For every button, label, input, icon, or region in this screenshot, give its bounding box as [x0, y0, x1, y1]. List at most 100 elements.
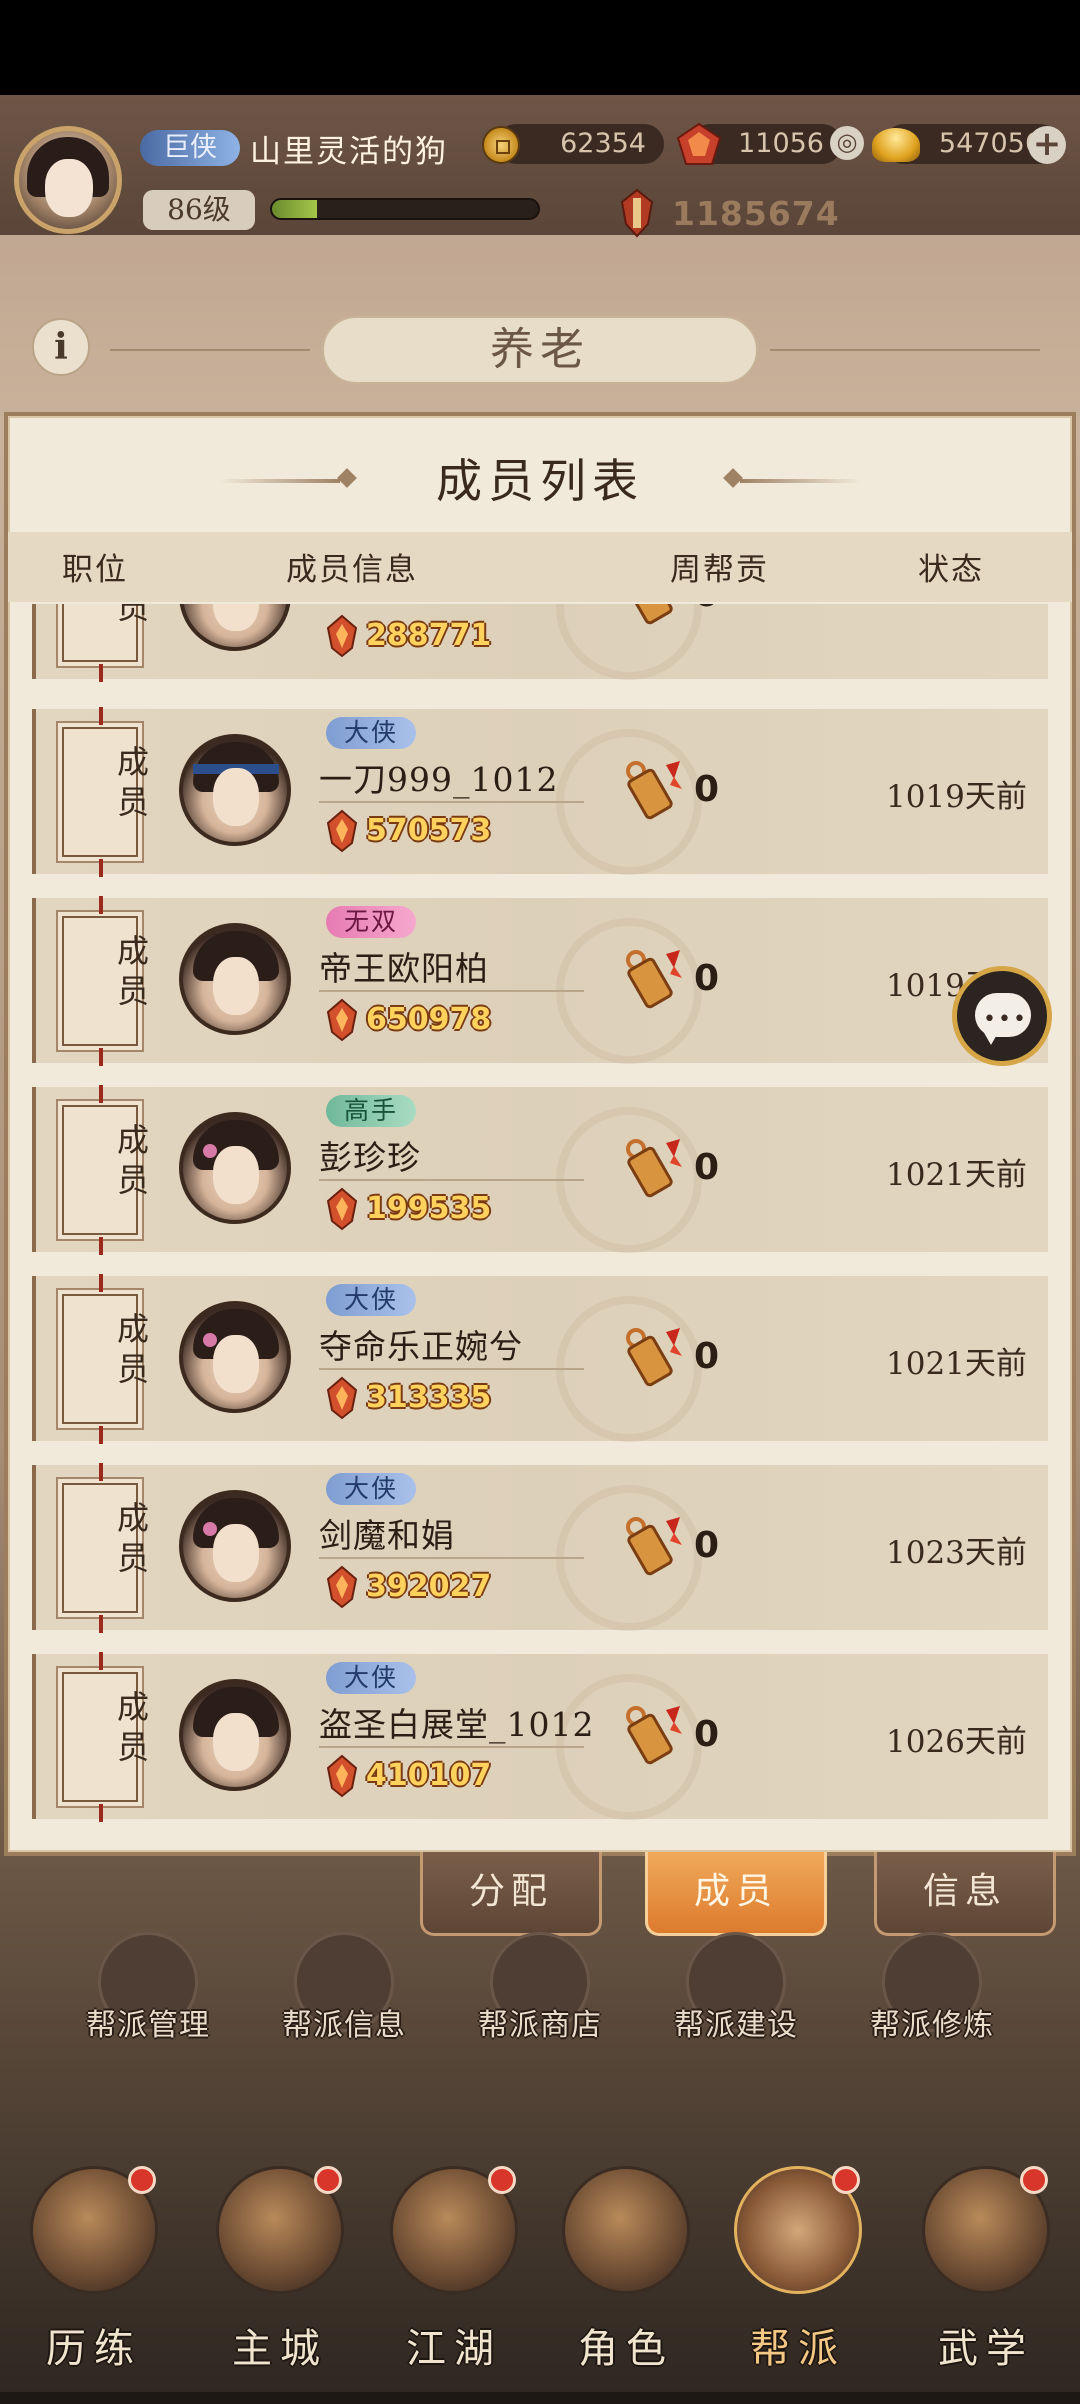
member-power: 570573: [366, 813, 492, 848]
member-power: 410107: [366, 1758, 492, 1793]
member-role-tag: 成员: [62, 707, 150, 877]
player-rank-badge: 巨侠: [140, 130, 240, 166]
member-avatar[interactable]: [179, 923, 291, 1035]
power-icon: [326, 809, 358, 853]
nav-main-city[interactable]: 主城: [190, 2166, 370, 2396]
power-icon: [326, 1187, 358, 1231]
nav-training[interactable]: 历练: [4, 2166, 184, 2396]
member-role-label: 成员: [112, 745, 150, 825]
home-indicator: [0, 2392, 1080, 2404]
member-weekly-contribution: 0: [694, 1147, 720, 1188]
notification-dot: [314, 2166, 342, 2194]
member-title-badge: 大侠: [326, 1662, 416, 1694]
red-gem-icon: [676, 122, 722, 165]
member-role-tag: 成员: [62, 1274, 150, 1444]
banner-divider-right: [770, 349, 1040, 351]
member-last-online: 1021天前: [886, 1346, 1027, 1382]
nav-character[interactable]: 角色: [536, 2166, 716, 2396]
member-row[interactable]: 成员 无双 帝王欧阳柏 650978 0 1019天前: [32, 896, 1048, 1066]
tab-info[interactable]: 信息: [874, 1852, 1056, 1936]
guild-management-button[interactable]: 帮派管理: [68, 1932, 228, 2072]
tab-distribute[interactable]: 分配: [420, 1852, 602, 1936]
member-weekly-contribution: 0: [694, 1525, 720, 1566]
nav-martial-arts[interactable]: 武学: [896, 2166, 1076, 2396]
copper-coin-icon: [482, 126, 520, 164]
member-role-label: 成员: [112, 1690, 150, 1770]
member-avatar[interactable]: [179, 1490, 291, 1602]
guild-training-button[interactable]: 帮派修炼: [852, 1932, 1012, 2072]
chat-button[interactable]: •••: [952, 966, 1052, 1066]
member-list[interactable]: 成员2887710成员大侠一刀999_101257057301019天前成员无双…: [32, 604, 1048, 1828]
member-avatar[interactable]: [179, 734, 291, 846]
member-weekly-contribution: 0: [694, 604, 719, 615]
power-icon: [326, 998, 358, 1042]
add-gold-button[interactable]: +: [1028, 126, 1066, 164]
guild-info-button[interactable]: 帮派信息: [264, 1932, 424, 2072]
column-header-role: 职位: [62, 552, 128, 588]
member-power: 650978: [366, 1002, 492, 1037]
column-header-weekly-contribution: 周帮贡: [670, 552, 769, 588]
member-row[interactable]: 成员 大侠 一刀999_1012 570573 0 1019天前: [32, 707, 1048, 877]
power-icon: [620, 188, 654, 238]
gold-ingot-icon: [872, 128, 920, 162]
contribution-token-icon: [627, 604, 673, 625]
contribution-token-icon: [626, 1517, 682, 1576]
member-power: 199535: [366, 1191, 492, 1226]
column-header-bar: [8, 532, 1072, 602]
member-role-tag: 成员: [62, 604, 150, 682]
power-icon: [326, 1754, 358, 1798]
info-button[interactable]: i: [32, 318, 90, 376]
member-last-online: 1026天前: [886, 1724, 1027, 1760]
member-weekly-contribution: 0: [694, 769, 720, 810]
member-title-badge: 大侠: [326, 1473, 416, 1505]
member-row[interactable]: 成员 大侠 剑魔和娟 392027 0 1023天前: [32, 1463, 1048, 1633]
power-icon: [326, 1376, 358, 1420]
guild-build-button[interactable]: 帮派建设: [656, 1932, 816, 2072]
member-name-underline: [319, 1557, 584, 1559]
silver-icon: ◎: [830, 126, 864, 160]
notification-dot: [128, 2166, 156, 2194]
column-header-status: 状态: [918, 552, 984, 588]
member-role-label: 成员: [112, 1312, 150, 1392]
player-avatar[interactable]: [14, 126, 122, 234]
notification-dot: [1020, 2166, 1048, 2194]
notification-dot: [488, 2166, 516, 2194]
member-role-label: 成员: [82, 604, 154, 630]
member-power: 392027: [366, 1569, 492, 1604]
notification-dot: [832, 2166, 860, 2194]
member-name-underline: [319, 1368, 584, 1370]
player-name: 山里灵活的狗: [250, 134, 448, 170]
member-name: 盗圣白展堂_1012: [319, 1705, 595, 1744]
nav-guild[interactable]: 帮派: [708, 2166, 888, 2396]
member-row[interactable]: 成员 288771 0: [32, 604, 1048, 682]
contribution-token-icon: [626, 1328, 682, 1387]
member-name: 彭珍珍: [319, 1138, 421, 1177]
member-row[interactable]: 成员 高手 彭珍珍 199535 0 1021天前: [32, 1085, 1048, 1255]
member-weekly-contribution: 0: [694, 1336, 720, 1377]
member-title-badge: 大侠: [326, 1284, 416, 1316]
power-icon: [326, 1565, 358, 1609]
member-avatar[interactable]: [179, 604, 291, 651]
member-last-online: 1021天前: [886, 1157, 1027, 1193]
tab-members[interactable]: 成员: [645, 1852, 827, 1936]
member-name-underline: [319, 990, 584, 992]
member-name: 剑魔和娟: [319, 1516, 455, 1555]
member-avatar[interactable]: [179, 1679, 291, 1791]
member-role-tag: 成员: [62, 1652, 150, 1822]
contribution-token-icon: [626, 1139, 682, 1198]
guild-shop-button[interactable]: 帮派商店: [460, 1932, 620, 2072]
member-avatar[interactable]: [179, 1301, 291, 1413]
member-avatar[interactable]: [179, 1112, 291, 1224]
member-last-online: 1019天前: [886, 779, 1027, 815]
member-role-label: 成员: [112, 1123, 150, 1203]
column-header-member-info: 成员信息: [286, 552, 418, 588]
member-role-tag: 成员: [62, 896, 150, 1066]
panel-title: 成员列表: [436, 454, 644, 508]
contribution-token-icon: [626, 761, 682, 820]
guild-role-banner: 养老: [322, 316, 758, 384]
member-row[interactable]: 成员 大侠 盗圣白展堂_1012 410107 0 1026天前: [32, 1652, 1048, 1822]
character-icon: [562, 2166, 690, 2294]
member-row[interactable]: 成员 大侠 夺命乐正婉兮 313335 0 1021天前: [32, 1274, 1048, 1444]
contribution-token-icon: [626, 1706, 682, 1765]
nav-jianghu[interactable]: 江湖: [364, 2166, 544, 2396]
